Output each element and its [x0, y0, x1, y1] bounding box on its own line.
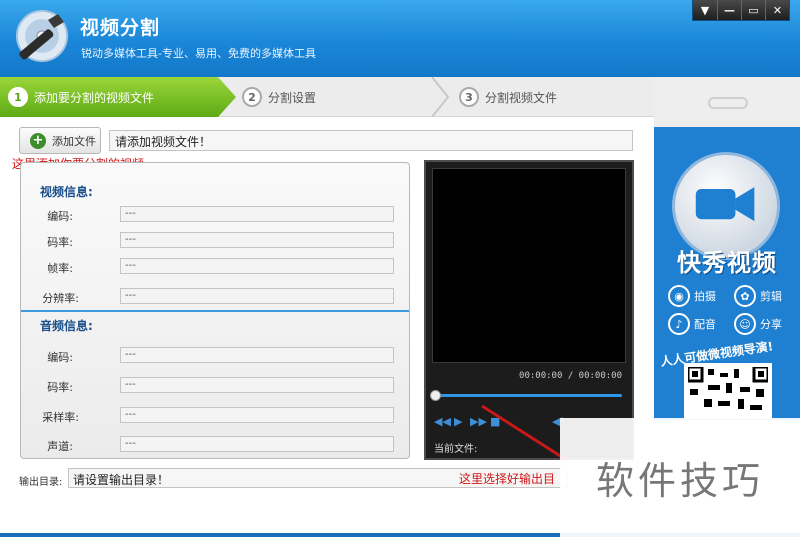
step-split-settings[interactable]: 2 分割设置 [242, 77, 316, 117]
app-subtitle: 锐动多媒体工具-专业、易用、免费的多媒体工具 [81, 47, 316, 60]
ad-banner[interactable]: 快秀视频 ◉ 拍摄 ✿ 剪辑 ♪ 配音 ☺ 分享 人人可做微视频导演! [654, 77, 800, 420]
seek-handle[interactable] [430, 390, 441, 401]
play-icon[interactable]: ▶ [454, 415, 462, 428]
audio-samplerate-label: 采样率: [42, 411, 79, 424]
microphone-icon: ♪ [668, 313, 690, 335]
add-file-label: 添加文件 [52, 134, 96, 148]
section-divider [21, 310, 409, 312]
audio-bitrate-field: --- [120, 377, 394, 393]
step-number: 2 [242, 87, 262, 107]
gear-icon: ✿ [734, 285, 756, 307]
step-wizard-bar: 1 添加要分割的视频文件 2 分割设置 3 分割视频文件 [0, 77, 654, 117]
audio-bitrate-label: 码率: [47, 381, 73, 394]
plus-icon: + [30, 132, 46, 149]
watermark: 软件技巧 [560, 418, 800, 537]
step-label: 添加要分割的视频文件 [34, 90, 155, 105]
ad-feature-shoot: ◉ 拍摄 [668, 285, 716, 307]
step-number: 3 [459, 87, 479, 107]
seek-bar[interactable] [436, 394, 622, 397]
rewind-icon[interactable]: ◀◀ [434, 415, 451, 428]
audio-codec-label: 编码: [47, 351, 73, 364]
video-file-input[interactable]: 请添加视频文件！ [109, 130, 633, 151]
minimize-icon[interactable]: — [717, 0, 741, 20]
maximize-icon[interactable]: ▭ [741, 0, 765, 20]
ad-feature-edit: ✿ 剪辑 [734, 285, 782, 307]
video-bitrate-field: --- [120, 232, 394, 248]
video-codec-label: 编码: [47, 210, 73, 223]
camera-icon: ◉ [668, 285, 690, 307]
output-dir-label: 输出目录: [19, 477, 63, 488]
step-label: 分割视频文件 [485, 90, 558, 105]
media-info-panel: 视频信息: 编码: --- 码率: --- 帧率: --- 分辨率: --- 音… [20, 162, 410, 459]
video-preview-screen [432, 168, 626, 363]
audio-samplerate-field: --- [120, 407, 394, 423]
app-logo-icon [16, 10, 68, 62]
audio-channels-label: 声道: [47, 440, 73, 453]
ad-banner-top [654, 77, 800, 127]
ad-feature-share: ☺ 分享 [734, 313, 782, 335]
current-file-label: 当前文件: [434, 444, 478, 455]
video-framerate-field: --- [120, 258, 394, 274]
step-split-video[interactable]: 3 分割视频文件 [459, 77, 557, 117]
ad-brand-name: 快秀视频 [677, 249, 777, 277]
video-resolution-field: --- [120, 288, 394, 304]
qr-code-icon [684, 363, 772, 419]
playback-time: 00:00:00 / 00:00:00 [519, 371, 622, 381]
annotation-arrow-icon [481, 404, 566, 461]
step-number: 1 [8, 87, 28, 107]
ad-feature-dub: ♪ 配音 [668, 313, 716, 335]
video-bitrate-label: 码率: [47, 236, 73, 249]
audio-codec-field: --- [120, 347, 394, 363]
audio-channels-field: --- [120, 436, 394, 452]
app-title: 视频分割 [80, 17, 161, 39]
step-label: 分割设置 [268, 90, 317, 105]
audio-info-title: 音频信息: [40, 319, 93, 333]
step-chevron-icon [431, 77, 450, 117]
window-controls: ▼ — ▭ ✕ [692, 0, 790, 21]
video-resolution-label: 分辨率: [42, 292, 79, 305]
video-info-title: 视频信息: [40, 185, 93, 199]
step-add-file[interactable]: 1 添加要分割的视频文件 [0, 77, 236, 117]
chat-icon: ☺ [734, 313, 756, 335]
menu-dropdown-icon[interactable]: ▼ [693, 0, 717, 20]
output-dir-hint: 这里选择好输出目 [459, 472, 556, 486]
add-file-button[interactable]: + 添加文件 [19, 127, 101, 154]
title-bar: 视频分割 锐动多媒体工具-专业、易用、免费的多媒体工具 ▼ — ▭ ✕ [0, 0, 800, 77]
video-framerate-label: 帧率: [47, 262, 73, 275]
video-codec-field: --- [120, 206, 394, 222]
close-icon[interactable]: ✕ [765, 0, 789, 20]
